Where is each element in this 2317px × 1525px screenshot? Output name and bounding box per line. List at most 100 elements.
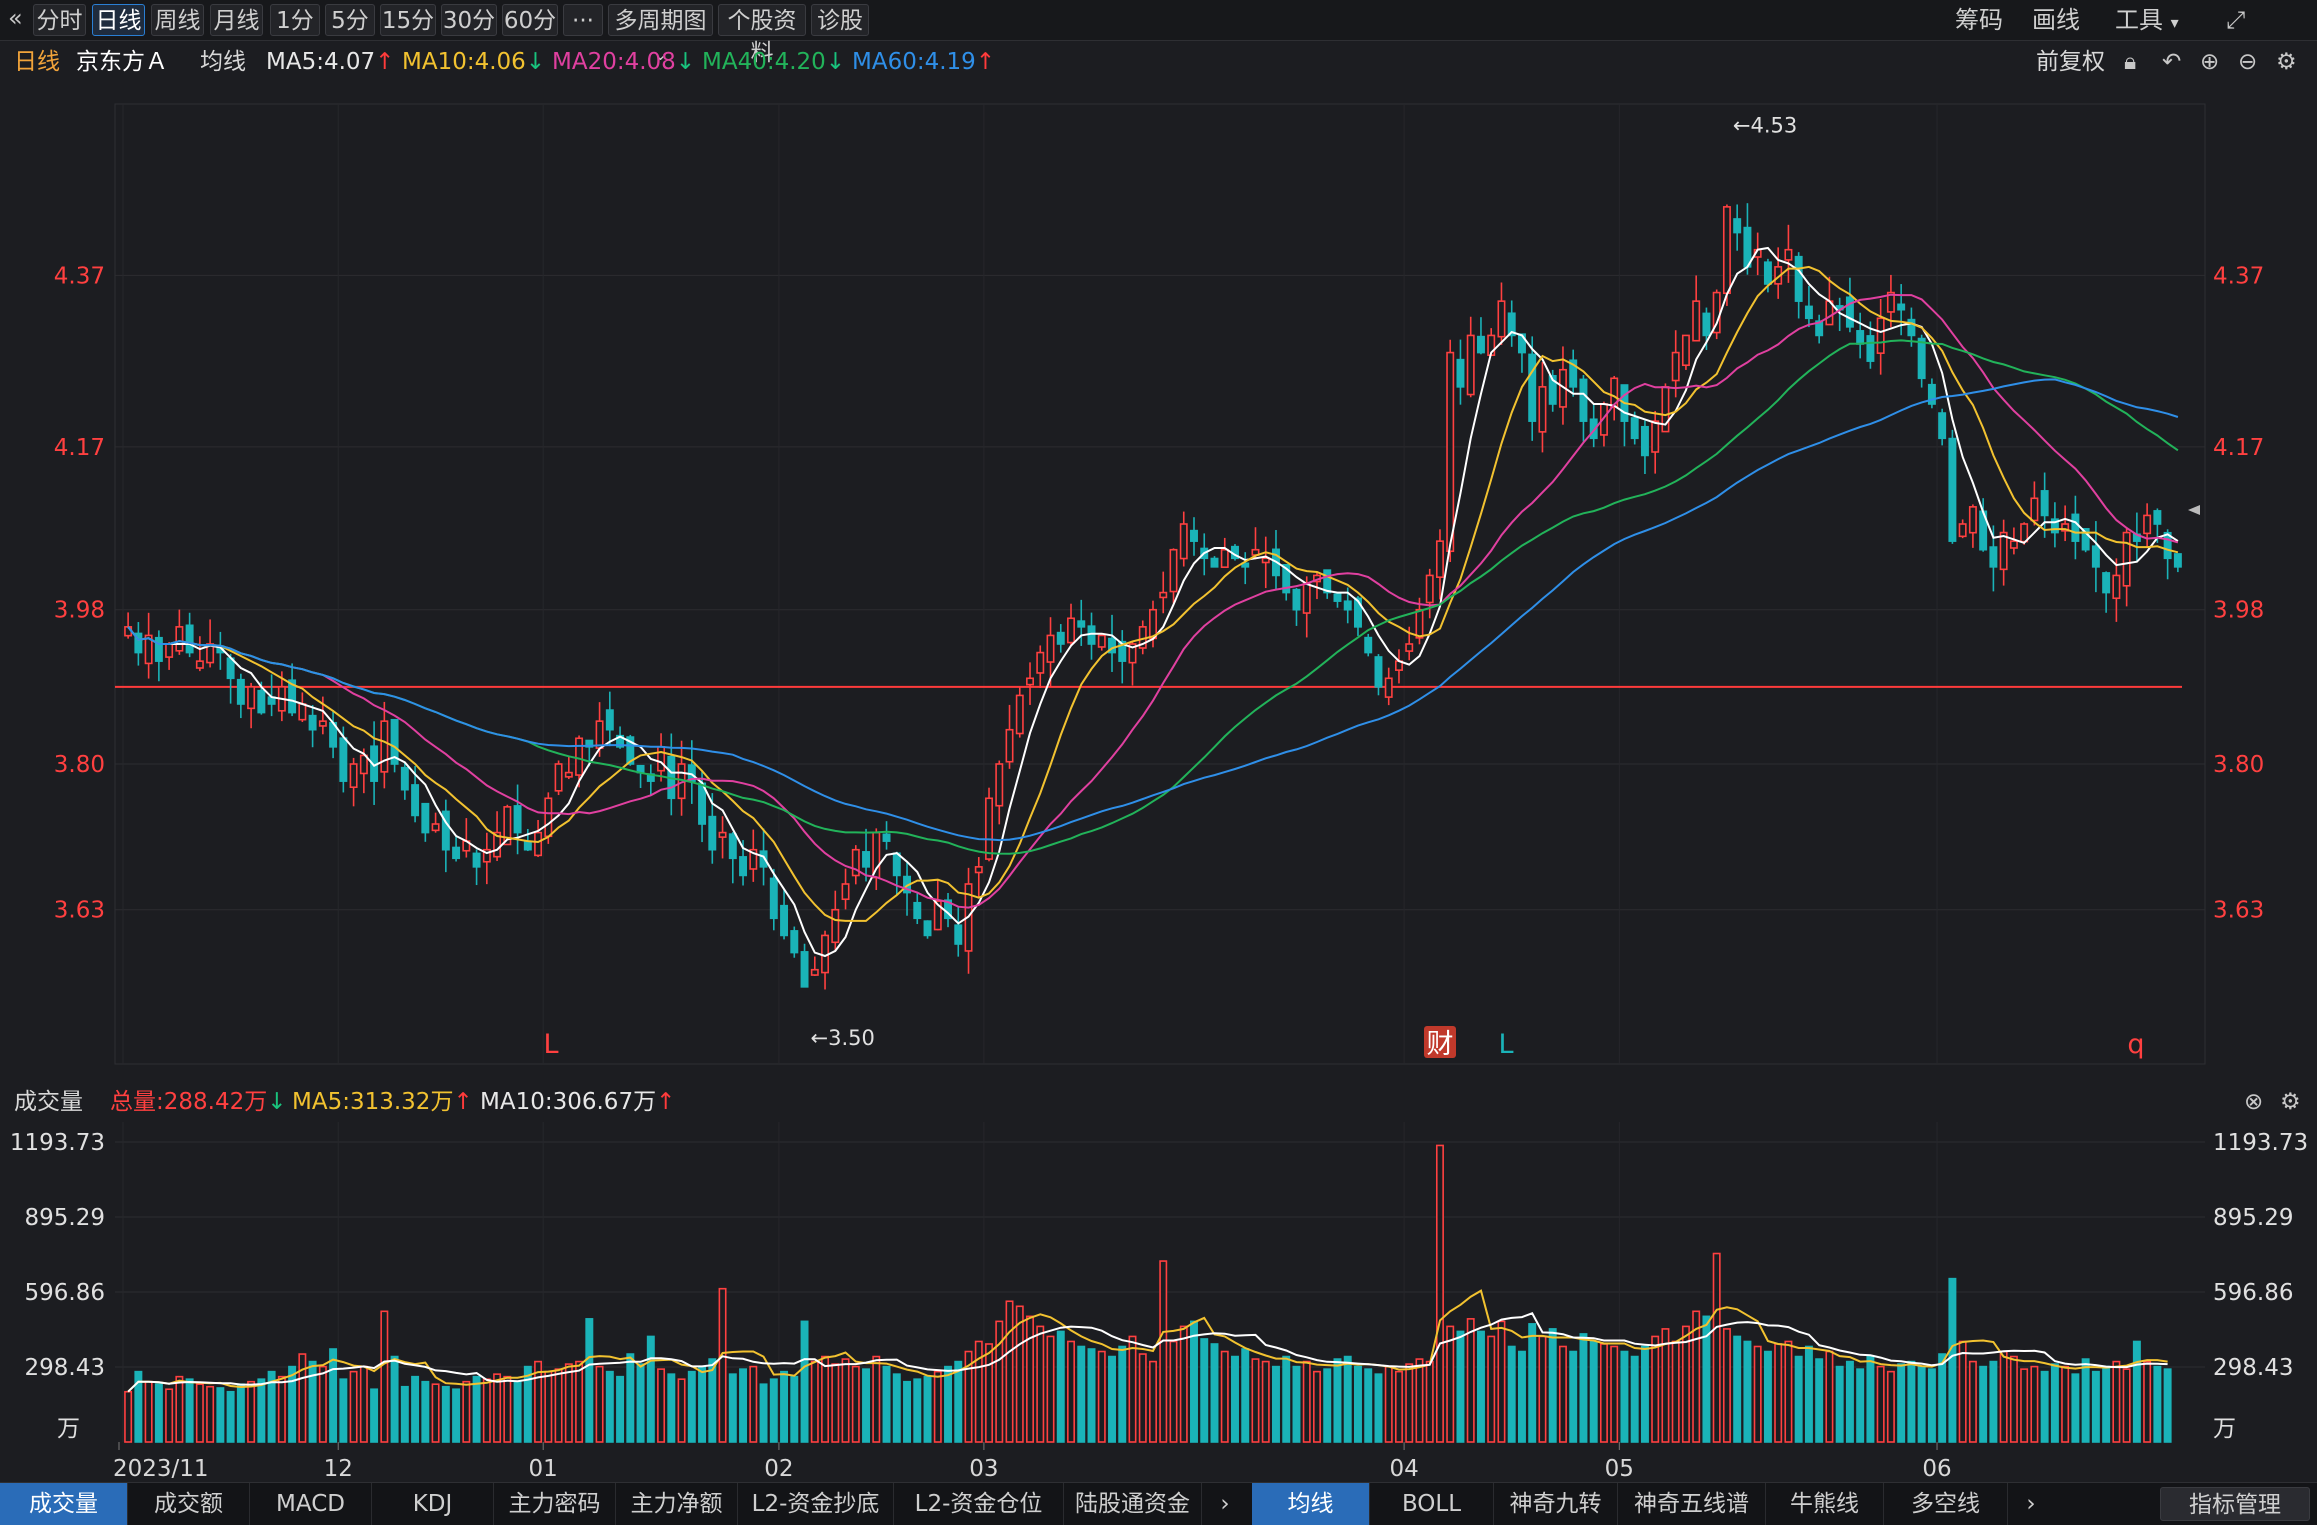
ma60-legend: MA60:4.19↑ — [852, 49, 996, 75]
lock-icon[interactable]: 🔒︎ — [2124, 42, 2136, 82]
volume-bar — [1907, 1360, 1916, 1443]
tab-magic-five[interactable]: 神奇五线谱 — [1618, 1483, 1766, 1525]
close-indicator-icon[interactable]: ⊗ — [2244, 1082, 2263, 1122]
double-chevron-left-icon[interactable]: « — [8, 2, 23, 34]
candle-body — [472, 852, 481, 868]
ma5-legend: MA5:4.07↑ — [266, 49, 395, 75]
diagnose-button[interactable]: 诊股 — [811, 4, 869, 36]
tab-magic-nine[interactable]: 神奇九转 — [1494, 1483, 1618, 1525]
indicator-manage-button[interactable]: 指标管理 — [2160, 1487, 2310, 1521]
volume-bar — [585, 1318, 594, 1443]
tab-30min[interactable]: 30分 — [441, 4, 497, 36]
tab-5min[interactable]: 5分 — [325, 4, 375, 36]
tab-bull-bear[interactable]: 牛熊线 — [1766, 1483, 1884, 1525]
volume-bar — [462, 1380, 471, 1443]
candle-body — [985, 797, 993, 860]
tab-l2-bottom[interactable]: L2-资金抄底 — [738, 1483, 894, 1525]
plot-frame — [114, 103, 2206, 1065]
candle-body — [195, 660, 204, 669]
volume-bar — [154, 1383, 163, 1443]
indicator-settings-icon[interactable]: ⚙ — [2280, 1082, 2301, 1122]
volume-bar — [995, 1320, 1004, 1443]
draw-line-button[interactable]: 画线 — [2032, 4, 2080, 36]
volume-bar — [769, 1378, 778, 1443]
tab-l2-position[interactable]: L2-资金仓位 — [894, 1483, 1064, 1525]
volume-bar — [370, 1388, 379, 1443]
min-price-label: ←3.50 — [811, 1026, 875, 1050]
candle-body — [1077, 620, 1086, 628]
tab-monthly[interactable]: 月线 — [210, 4, 263, 36]
tab-volume[interactable]: 成交量 — [0, 1483, 128, 1525]
adjust-mode-label[interactable]: 前复权 — [2036, 42, 2105, 82]
candle-body — [1866, 335, 1875, 362]
chevron-right-icon-2[interactable]: › — [2008, 1483, 2054, 1525]
expand-icon[interactable]: ⤢ — [2226, 4, 2245, 36]
tab-fenshi[interactable]: 分时 — [33, 4, 86, 36]
candle-body — [154, 636, 163, 662]
volume-bar — [636, 1363, 645, 1443]
tools-menu[interactable]: 工具 ▾ — [2115, 4, 2179, 36]
signal-marker: q — [2127, 1029, 2144, 1060]
volume-bar — [1507, 1345, 1516, 1443]
tab-weekly[interactable]: 周线 — [151, 4, 204, 36]
stock-info-button[interactable]: 个股资料 — [718, 4, 806, 66]
tab-1min[interactable]: 1分 — [270, 4, 320, 36]
tab-60min[interactable]: 60分 — [502, 4, 558, 36]
tab-kdj[interactable]: KDJ — [372, 1483, 494, 1525]
volume-bar — [1333, 1358, 1342, 1443]
candle-body — [1630, 417, 1639, 440]
tab-main-force-code[interactable]: 主力密码 — [494, 1483, 616, 1525]
more-periods-button[interactable]: ··· — [563, 4, 603, 36]
tab-ma[interactable]: 均线 — [1252, 1483, 1370, 1525]
volume-bar — [1118, 1345, 1127, 1443]
candle-body — [308, 714, 317, 731]
candle-body — [1743, 226, 1752, 268]
candle-body — [657, 746, 666, 772]
volume-bar — [1794, 1355, 1803, 1443]
candle-body — [1056, 631, 1065, 645]
volume-bar — [236, 1383, 245, 1443]
volume-bar — [759, 1383, 768, 1443]
tab-daily[interactable]: 日线 — [92, 4, 145, 36]
tab-15min[interactable]: 15分 — [380, 4, 436, 36]
settings-gear-icon[interactable]: ⚙ — [2276, 42, 2297, 82]
candle-body — [841, 883, 850, 901]
volume-bar — [1476, 1330, 1485, 1443]
tab-turnover[interactable]: 成交额 — [128, 1483, 250, 1525]
volume-bar — [1835, 1365, 1844, 1443]
zoom-out-icon[interactable]: ⊖ — [2238, 42, 2257, 82]
volume-bar — [1825, 1350, 1834, 1443]
signal-marker: 财 — [1427, 1029, 1454, 1060]
candle-body — [1364, 636, 1373, 654]
y-tick-label-right: 3.80 — [2213, 752, 2264, 778]
tab-long-short[interactable]: 多空线 — [1884, 1483, 2008, 1525]
volume-bar — [1743, 1340, 1752, 1443]
chevron-right-icon[interactable]: › — [1202, 1483, 1248, 1525]
volume-bar — [2040, 1370, 2049, 1443]
volume-bar — [1804, 1345, 1813, 1443]
volume-chart[interactable]: 1193.73 1193.73 895.29 895.29 596.86 596.86 29… — [0, 1122, 2317, 1482]
candle-body — [175, 626, 184, 652]
tab-macd[interactable]: MACD — [250, 1483, 372, 1525]
x-tick-label: 01 — [529, 1456, 558, 1482]
volume-bar — [1610, 1345, 1619, 1443]
tab-northbound[interactable]: 陆股通资金 — [1064, 1483, 1202, 1525]
volume-bar — [780, 1370, 789, 1443]
zoom-in-icon[interactable]: ⊕ — [2200, 42, 2219, 82]
volume-bar — [1138, 1353, 1147, 1443]
volume-bar — [1446, 1325, 1455, 1443]
multi-period-dropdown[interactable]: 多周期图 ⌄ — [608, 4, 713, 64]
tab-main-force-net[interactable]: 主力净额 — [616, 1483, 738, 1525]
x-tick-label: 2023/11 — [113, 1456, 209, 1482]
price-chart[interactable]: 4.37 4.37 4.17 4.17 3.98 3.98 3.80 3.80 3.63 3.63… — [0, 84, 2317, 1074]
candle-body — [257, 689, 266, 714]
volume-bar — [1815, 1358, 1824, 1443]
tab-boll[interactable]: BOLL — [1370, 1483, 1494, 1525]
undo-icon[interactable]: ↶ — [2162, 42, 2181, 82]
candle-body — [1210, 557, 1219, 568]
ma-settings-label[interactable]: 均线 — [200, 42, 246, 82]
chip-button[interactable]: 筹码 — [1955, 4, 2003, 36]
period-label: 日线 — [14, 49, 60, 75]
volume-bar — [564, 1363, 573, 1443]
volume-bar — [216, 1387, 225, 1443]
